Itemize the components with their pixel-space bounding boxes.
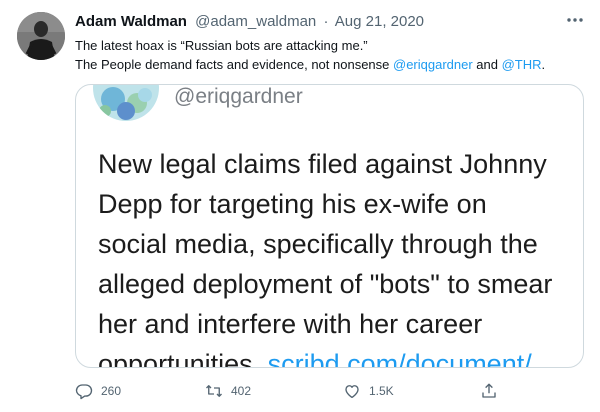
mention-eriqgardner-link[interactable]: @eriqgardner (393, 57, 473, 72)
retweet-button[interactable]: 402 (205, 380, 251, 402)
media-last-line-prefix: opportunities. (98, 349, 268, 368)
like-count: 1.5K (369, 384, 394, 398)
media-text-line-6: opportunities. scribd.com/document/ (98, 344, 578, 368)
tweet-header: Adam Waldman @adam_waldman · Aug 21, 202… (75, 12, 555, 32)
reply-button[interactable]: 260 (75, 380, 121, 402)
reply-icon (75, 384, 93, 400)
like-button[interactable]: 1.5K (343, 380, 394, 402)
tweet-text-line-1: The latest hoax is “Russian bots are att… (75, 38, 368, 53)
tweet-text-line-2: The People demand facts and evidence, no… (75, 55, 590, 74)
mention-thr-link[interactable]: @THR (502, 57, 542, 72)
media-text-line-2: Depp for targeting his ex-wife on (98, 189, 487, 219)
media-text-line-3: social media, specifically through the (98, 229, 538, 259)
tweet-text-prefix: The People demand facts and evidence, no… (75, 57, 393, 72)
tweet[interactable]: Adam Waldman @adam_waldman · Aug 21, 202… (0, 0, 600, 412)
reply-count: 260 (101, 384, 122, 398)
author-avatar[interactable] (17, 12, 65, 60)
tweet-text-end: . (541, 57, 546, 72)
author-handle[interactable]: @adam_waldman (195, 13, 316, 30)
share-icon (482, 383, 496, 398)
retweet-icon (206, 385, 222, 397)
media-handle: @eriqgardner (174, 85, 303, 108)
media-link: scribd.com/document/ (267, 349, 532, 368)
media-text: New legal claims filed against Johnny De… (98, 144, 578, 368)
retweet-count: 402 (231, 384, 252, 398)
tweet-actions: 260 402 1.5K (75, 380, 515, 402)
share-button[interactable] (480, 380, 506, 402)
tweet-text: The latest hoax is “Russian bots are att… (75, 36, 590, 74)
heart-icon (345, 385, 359, 399)
media-text-line-4: alleged deployment of "bots" to smear (98, 269, 553, 299)
tweet-text-and: and (472, 57, 502, 72)
attached-image[interactable]: @eriqgardner New legal claims filed agai… (75, 84, 584, 368)
media-text-line-1: New legal claims filed against Johnny (98, 149, 547, 179)
media-avatar (93, 85, 159, 121)
tweet-date[interactable]: Aug 21, 2020 (335, 13, 424, 30)
media-text-line-5: her and interfere with her career (98, 309, 483, 339)
more-options-icon[interactable] (562, 10, 588, 30)
separator-dot: · (323, 13, 329, 30)
author-name[interactable]: Adam Waldman (75, 13, 187, 30)
